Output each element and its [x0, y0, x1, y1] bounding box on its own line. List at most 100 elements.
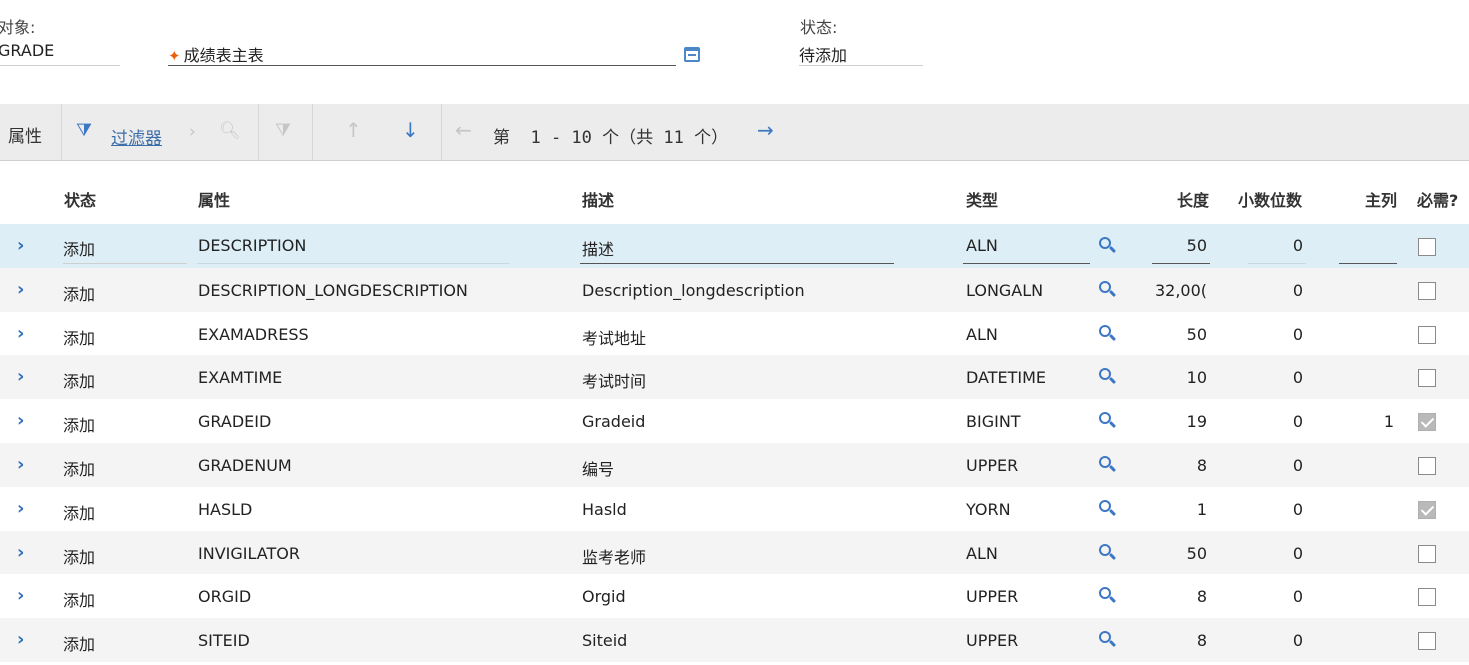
col-description[interactable]: 描述	[582, 187, 614, 211]
cell-attribute: ORGID	[198, 587, 252, 607]
required-checkbox[interactable]	[1418, 281, 1436, 300]
cell-primary: 1	[1383, 412, 1394, 432]
cell-description: 监考老师	[582, 547, 647, 567]
chevron-right-icon[interactable]: ›	[17, 235, 24, 256]
cell-status: 添加	[63, 284, 96, 304]
cell-length[interactable]: 50	[1150, 236, 1207, 255]
chevron-right-icon[interactable]: ›	[17, 366, 24, 387]
table-row[interactable]: › 添加 SITEID Siteid UPPER 8 0	[0, 618, 1469, 662]
magnifier-icon[interactable]	[1099, 368, 1117, 386]
arrow-up-icon[interactable]: ↑	[345, 118, 362, 142]
chevron-right-icon[interactable]: ›	[17, 323, 24, 344]
page-total: 11	[663, 128, 684, 148]
magnifier-icon[interactable]	[1099, 543, 1117, 562]
cell-attribute: HASLD	[198, 499, 253, 519]
col-length[interactable]: 长度	[1177, 187, 1209, 211]
attributes-table: 状态 属性 描述 类型 长度 小数位数 主列 必需? › 添加 DESCRIPTIO…	[0, 162, 1469, 662]
col-attribute[interactable]: 属性	[198, 187, 230, 211]
cell-scale: 0	[1292, 280, 1303, 300]
arrow-right-icon[interactable]: →	[757, 118, 774, 142]
magnifier-icon[interactable]	[1099, 499, 1117, 518]
chevron-right-icon[interactable]: ›	[17, 542, 24, 563]
table-row[interactable]: › 添加 GRADENUM 编号 UPPER 8 0	[0, 442, 1469, 487]
table-row[interactable]: › 添加 HASLD Hasld YORN 1 0	[0, 487, 1469, 531]
table-row[interactable]: › 添加 EXAMADRESS 考试地址 ALN 50 0	[0, 312, 1469, 356]
toolbar-separator	[258, 104, 259, 161]
magnifier-icon[interactable]	[1099, 455, 1117, 474]
magnifier-icon[interactable]	[1099, 631, 1117, 649]
magnifier-icon[interactable]	[1099, 280, 1117, 299]
col-type[interactable]: 类型	[966, 187, 998, 211]
cell-type: BIGINT	[966, 412, 1021, 432]
required-checkbox[interactable]	[1418, 238, 1436, 256]
chevron-right-icon[interactable]: ›	[17, 585, 24, 606]
col-primary[interactable]: 主列	[1365, 187, 1397, 211]
calendar-icon[interactable]	[684, 47, 700, 62]
attribute-underline	[197, 263, 509, 264]
cell-length: 8	[1196, 631, 1207, 651]
required-checkbox[interactable]	[1418, 413, 1436, 432]
magnifier-icon[interactable]	[1099, 324, 1117, 343]
chevron-right-icon[interactable]: ›	[17, 454, 24, 475]
arrow-down-icon[interactable]: ↓	[402, 118, 419, 142]
table-row[interactable]: › 添加 DESCRIPTION 描述 ALN 50 0	[0, 224, 1469, 268]
cell-description: 考试地址	[582, 328, 647, 348]
col-status[interactable]: 状态	[64, 187, 96, 211]
col-scale[interactable]: 小数位数	[1238, 187, 1302, 211]
required-checkbox[interactable]	[1418, 369, 1436, 388]
clear-filter-icon[interactable]: ⧩	[275, 119, 291, 143]
page-prefix: 第	[493, 128, 510, 148]
magnifier-icon[interactable]	[1099, 412, 1117, 430]
required-checkbox[interactable]	[1418, 456, 1436, 475]
required-checkbox[interactable]	[1418, 632, 1436, 651]
cell-scale: 0	[1292, 324, 1303, 344]
chevron-right-icon[interactable]: ›	[17, 410, 24, 431]
cell-attribute[interactable]: DESCRIPTION	[198, 236, 306, 255]
search-icon[interactable]: 🔍︎	[219, 119, 241, 143]
cell-scale: 0	[1292, 412, 1303, 432]
page-end: 个）	[694, 128, 729, 148]
primary-underline	[1339, 263, 1397, 264]
cell-type[interactable]: ALN	[966, 236, 998, 255]
chevron-right-icon[interactable]: ›	[17, 629, 24, 650]
required-checkbox[interactable]	[1418, 325, 1436, 344]
arrow-left-icon[interactable]: ←	[455, 118, 472, 142]
cell-description: Orgid	[582, 587, 626, 607]
object-field-underline	[0, 65, 120, 66]
required-marker-icon: ✦	[168, 47, 181, 65]
cell-type: UPPER	[966, 587, 1019, 607]
magnifier-icon[interactable]	[1099, 237, 1117, 255]
description-value: 成绩表主表	[183, 46, 264, 65]
required-checkbox[interactable]	[1418, 500, 1436, 519]
description-field[interactable]: ✦ 成绩表主表	[168, 42, 264, 66]
required-checkbox[interactable]	[1418, 588, 1436, 607]
magnifier-icon[interactable]	[1099, 587, 1117, 605]
col-required[interactable]: 必需?	[1417, 187, 1458, 211]
table-row[interactable]: › 添加 ORGID Orgid UPPER 8 0	[0, 574, 1469, 618]
cell-length: 32,00(	[1154, 280, 1207, 300]
cell-length: 8	[1196, 455, 1207, 475]
table-body: › 添加 DESCRIPTION 描述 ALN 50 0 › 添加 DESCRIPTION_LON…	[0, 224, 1469, 662]
table-row[interactable]: › 添加 DESCRIPTION_LONGDESCRIPTION Descriptio…	[0, 267, 1469, 312]
cell-status: 添加	[63, 459, 96, 479]
table-row[interactable]: › 添加 INVIGILATOR 监考老师 ALN 50 0	[0, 530, 1469, 575]
cell-length: 1	[1196, 499, 1207, 519]
status-label: 状态:	[800, 18, 838, 37]
table-row[interactable]: › 添加 EXAMTIME 考试时间 DATETIME 10 0	[0, 355, 1469, 400]
chevron-right-icon[interactable]: ›	[17, 498, 24, 519]
cell-description[interactable]: 描述	[582, 236, 894, 260]
chevron-right-icon[interactable]: ›	[17, 279, 24, 300]
table-toolbar: 属性 ⧩ 过滤器 › 🔍︎ ⧩ ↑ ↓ ← 第 1 - 10 个（共 11 个）…	[0, 104, 1469, 161]
cell-length: 8	[1196, 587, 1207, 607]
cell-length: 50	[1186, 324, 1207, 344]
toolbar-separator	[61, 104, 62, 161]
cell-status: 添加	[63, 635, 96, 655]
filter-link[interactable]: 过滤器	[111, 124, 162, 149]
required-checkbox[interactable]	[1418, 544, 1436, 563]
table-row[interactable]: › 添加 GRADEID Gradeid BIGINT 19 0 1	[0, 399, 1469, 443]
cell-status: 添加	[63, 547, 96, 567]
filter-icon[interactable]: ⧩	[76, 119, 92, 143]
cell-scale[interactable]: 0	[1248, 236, 1303, 255]
chevron-right-icon[interactable]: ›	[189, 120, 196, 144]
object-field[interactable]: GRADE	[0, 41, 54, 60]
